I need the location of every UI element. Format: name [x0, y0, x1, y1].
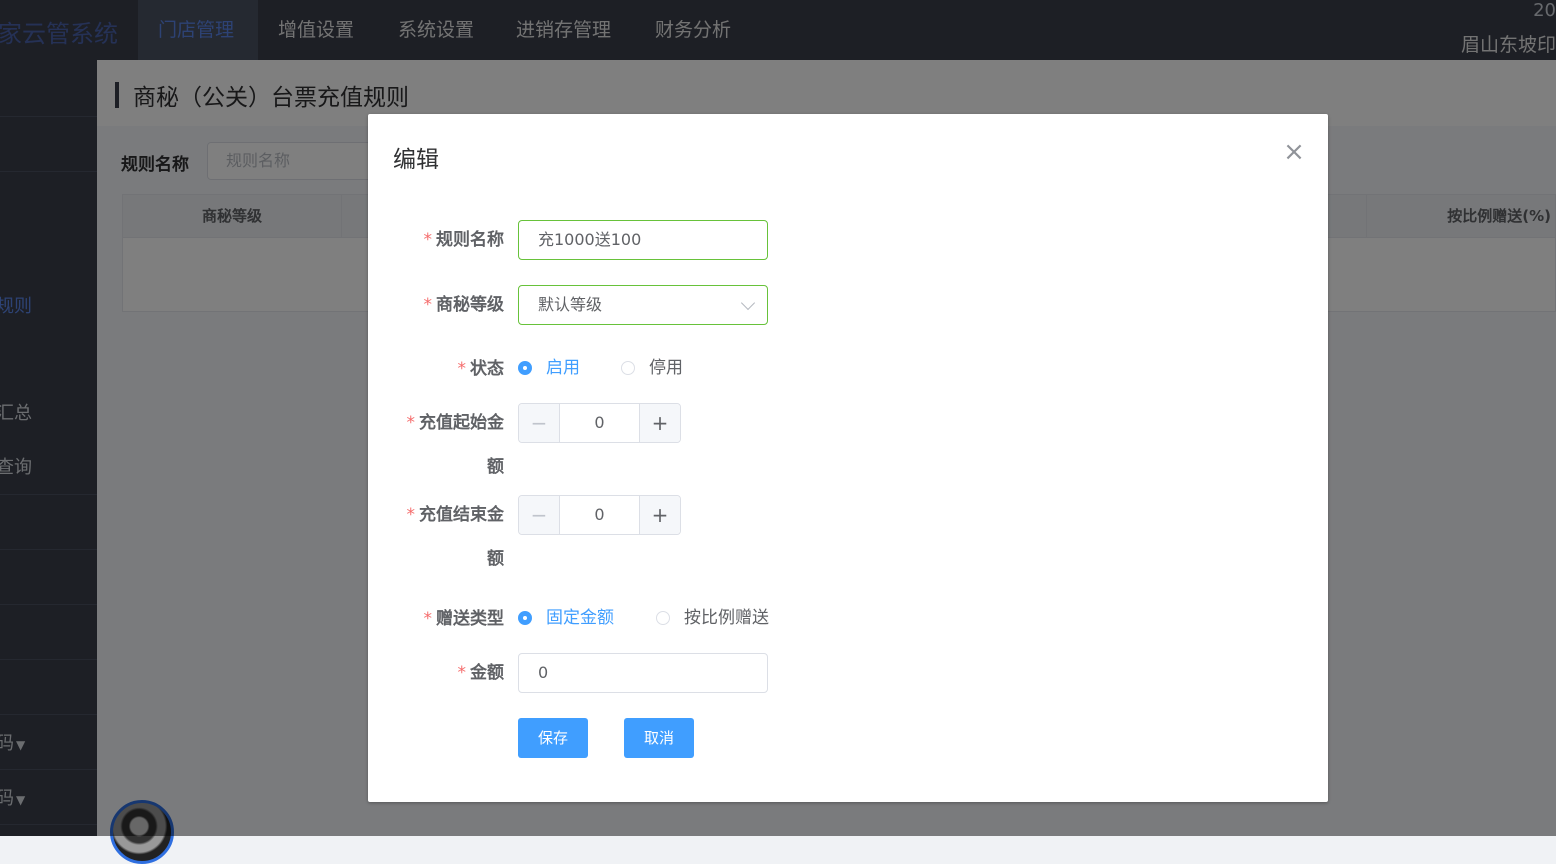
start-amount-label: * 充值起始金: [368, 403, 505, 443]
status-radio-enabled[interactable]: 启用: [518, 348, 580, 388]
save-button[interactable]: 保存: [518, 718, 588, 758]
radio-label: 停用: [649, 358, 683, 378]
required-mark: *: [406, 505, 416, 525]
start-amount-label-text: 充值起始金: [419, 413, 504, 433]
radio-unchecked-icon: [621, 361, 635, 375]
radio-label: 固定金额: [546, 608, 614, 628]
close-icon[interactable]: ×: [1280, 138, 1308, 166]
required-mark: *: [423, 609, 433, 629]
required-mark: *: [423, 295, 433, 315]
radio-label: 启用: [546, 358, 580, 378]
edit-dialog: 编辑 × * 规则名称 充1000送100 * 商秘等级 默认等级 * 状态 启用 停…: [368, 114, 1328, 802]
end-amount-label: * 充值结束金: [368, 495, 505, 535]
required-mark: *: [423, 230, 433, 250]
chevron-down-icon: [740, 295, 756, 311]
status-label-text: 状态: [470, 359, 504, 379]
cancel-button[interactable]: 取消: [624, 718, 694, 758]
rule-name-label-text: 规则名称: [436, 230, 504, 250]
gift-type-label-text: 赠送类型: [436, 609, 504, 629]
status-label: * 状态: [368, 349, 505, 389]
level-select[interactable]: 默认等级: [518, 285, 768, 325]
minus-icon[interactable]: −: [519, 404, 560, 442]
radio-checked-icon: [518, 611, 532, 625]
end-amount-stepper: − 0 +: [518, 495, 681, 535]
gift-type-label: * 赠送类型: [368, 599, 505, 639]
amount-input[interactable]: 0: [518, 653, 768, 693]
radio-unchecked-icon: [656, 611, 670, 625]
minus-icon[interactable]: −: [519, 496, 560, 534]
plus-icon[interactable]: +: [639, 404, 680, 442]
gift-type-radio-ratio[interactable]: 按比例赠送: [656, 598, 769, 638]
rule-name-label: * 规则名称: [368, 220, 505, 260]
required-mark: *: [457, 359, 467, 379]
rule-name-input[interactable]: 充1000送100: [518, 220, 768, 260]
end-amount-input[interactable]: 0: [559, 496, 640, 534]
level-select-value: 默认等级: [538, 295, 603, 314]
dialog-title: 编辑: [393, 147, 439, 173]
start-amount-input[interactable]: 0: [559, 404, 640, 442]
end-amount-label-text: 充值结束金: [419, 505, 504, 525]
plus-icon[interactable]: +: [639, 496, 680, 534]
radio-checked-icon: [518, 361, 532, 375]
required-mark: *: [457, 663, 467, 683]
status-radio-disabled[interactable]: 停用: [621, 348, 683, 388]
level-label-text: 商秘等级: [436, 295, 504, 315]
amount-label: * 金额: [368, 653, 505, 693]
required-mark: *: [406, 413, 416, 433]
end-amount-label-cont: 额: [487, 549, 504, 569]
gift-type-radio-fixed[interactable]: 固定金额: [518, 598, 614, 638]
start-amount-stepper: − 0 +: [518, 403, 681, 443]
amount-label-text: 金额: [470, 663, 504, 683]
level-label: * 商秘等级: [368, 285, 505, 325]
start-amount-label-cont: 额: [487, 457, 504, 477]
radio-label: 按比例赠送: [684, 608, 769, 628]
